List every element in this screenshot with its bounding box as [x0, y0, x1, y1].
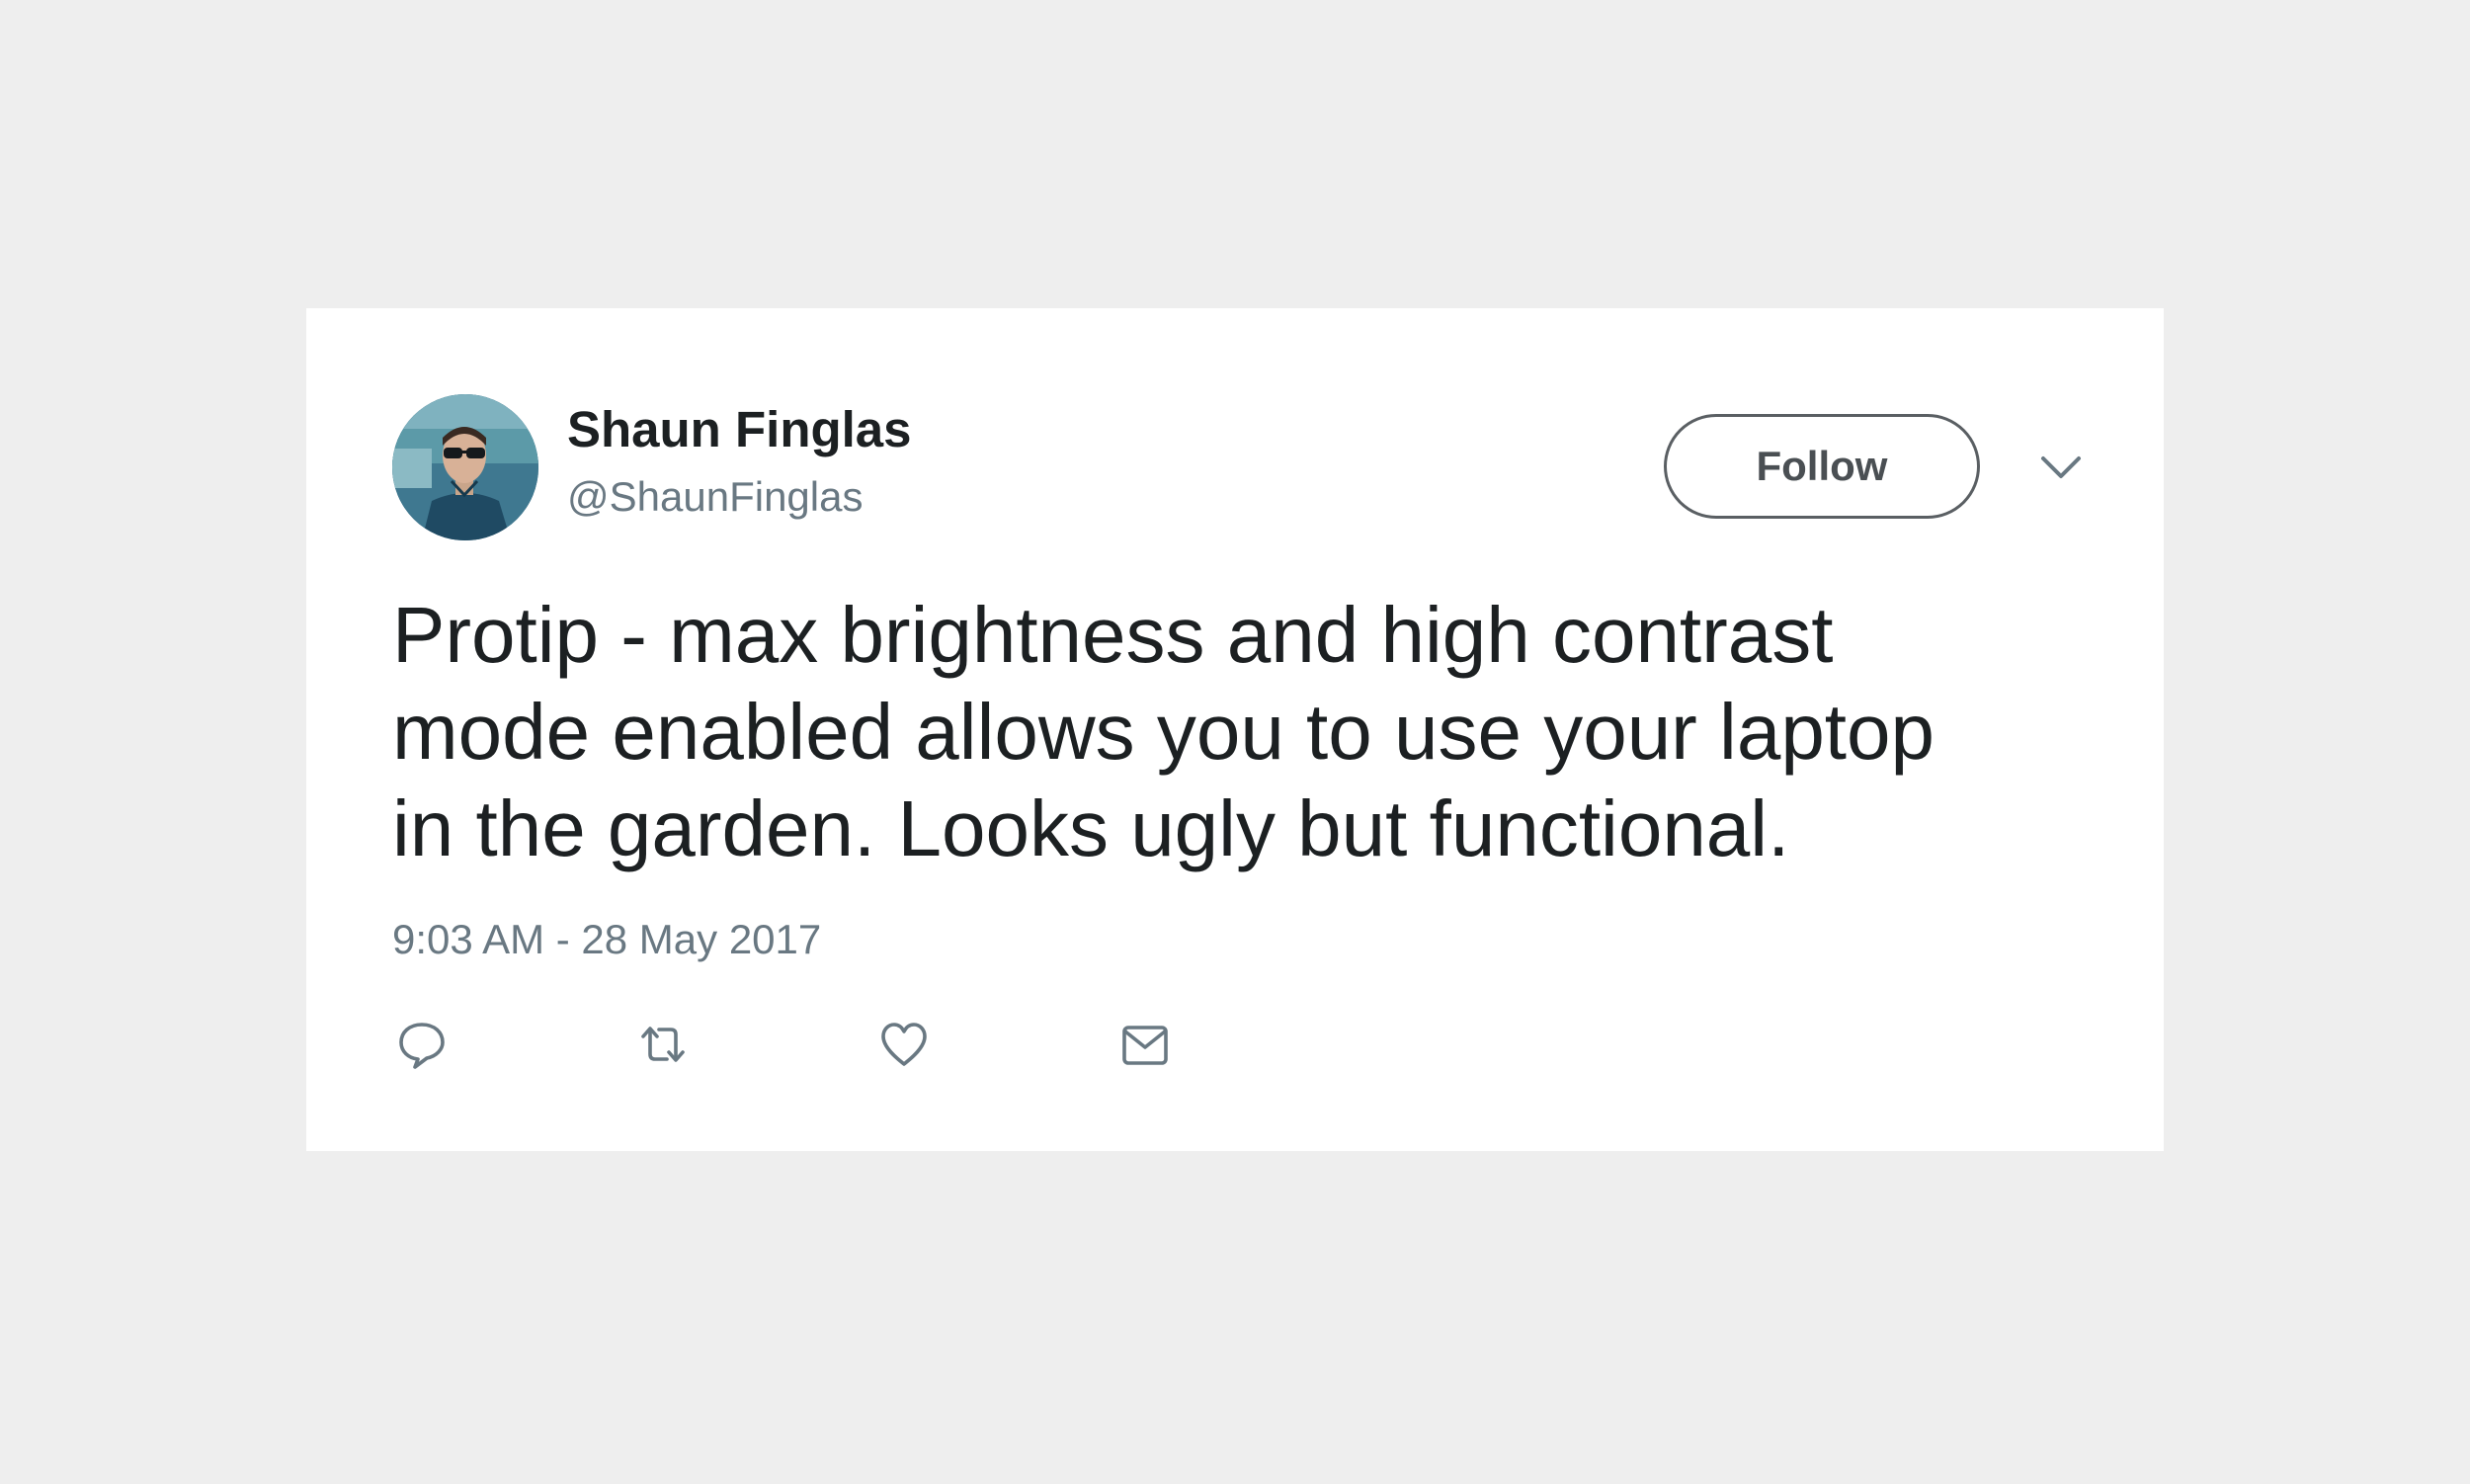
tweet-card: Shaun Finglas @ShaunFinglas Follow Proti… [306, 308, 2164, 1151]
author-display-name[interactable]: Shaun Finglas [567, 399, 912, 459]
tweet-text: Protip - max brightness and high contras… [392, 591, 1935, 872]
retweet-icon[interactable] [633, 1015, 693, 1074]
follow-button[interactable]: Follow [1664, 414, 1980, 519]
chevron-down-icon[interactable] [2037, 449, 2085, 484]
tweet-timestamp[interactable]: 9:03 AM - 28 May 2017 [392, 915, 821, 964]
envelope-icon[interactable] [1115, 1015, 1175, 1074]
heart-icon[interactable] [874, 1015, 934, 1074]
reply-icon[interactable] [392, 1015, 452, 1074]
author-handle[interactable]: @ShaunFinglas [567, 472, 863, 522]
avatar[interactable] [392, 394, 538, 540]
avatar-photo [392, 394, 538, 540]
